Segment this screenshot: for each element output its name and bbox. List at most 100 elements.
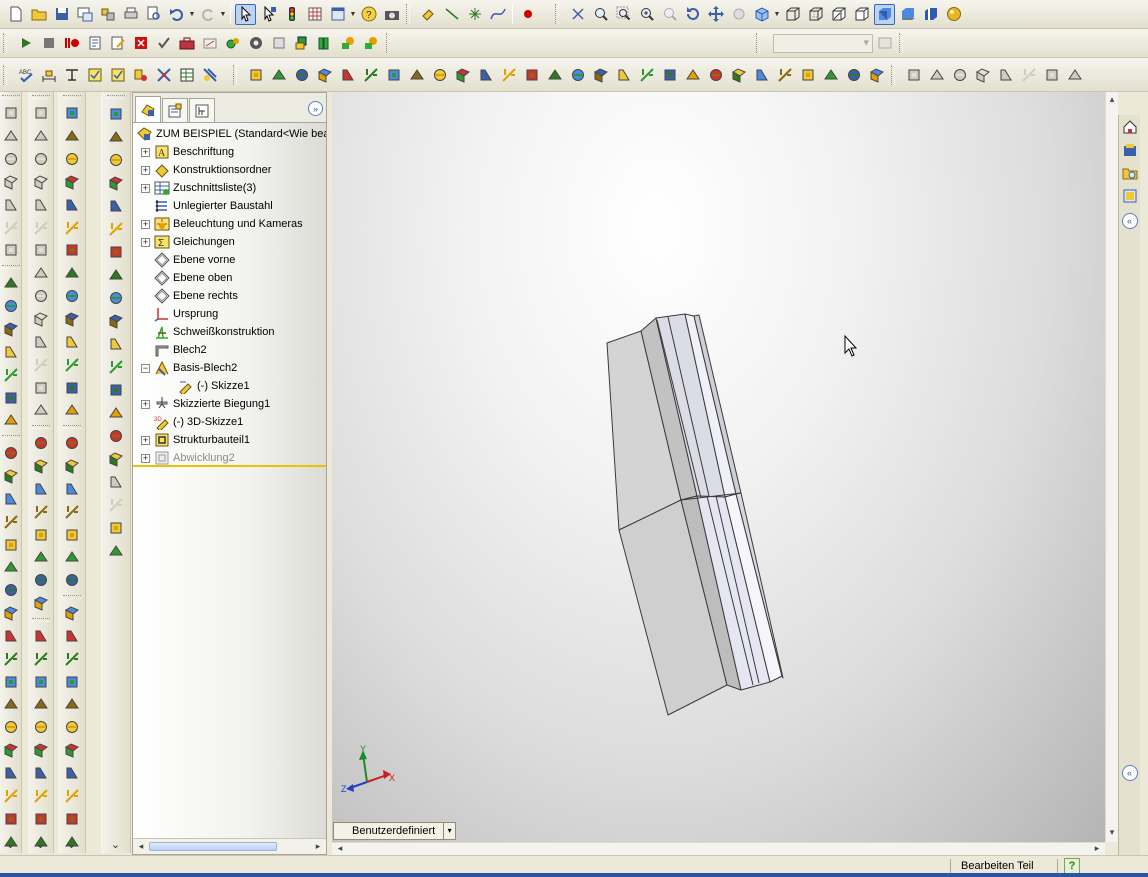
annotation-tool-5-button[interactable] [337, 64, 358, 85]
strip1-tool-15-button[interactable] [0, 443, 21, 464]
strip3-tool-6-button[interactable] [61, 217, 82, 238]
tree-item[interactable]: Unlegierter Baustahl [133, 197, 326, 215]
annotation-tool-25-button[interactable] [797, 64, 818, 85]
collapse-icon[interactable]: − [141, 363, 150, 373]
undo-button[interactable] [166, 4, 187, 25]
strip4-tool-16-button[interactable] [105, 448, 126, 469]
strip2-tool-30-button[interactable] [30, 785, 51, 806]
scroll-left-icon[interactable]: ◂ [135, 840, 147, 853]
scroll-up-icon[interactable]: ▴ [1106, 93, 1118, 106]
strip1-tool-20-button[interactable] [0, 557, 21, 578]
shaded-button[interactable] [874, 3, 895, 25]
annotation-tool-11-button[interactable] [475, 64, 496, 85]
expand-icon[interactable]: + [141, 183, 150, 193]
point-button[interactable] [464, 4, 485, 25]
annotation-tool-24-button[interactable] [774, 64, 795, 85]
strip4-tool-10-button[interactable] [105, 310, 126, 331]
tree-item[interactable]: + Strukturbauteil1 [133, 431, 326, 449]
view-orientation-dropdown[interactable]: ▼ [773, 4, 781, 25]
tree-item[interactable]: + Konstruktionsordner [133, 161, 326, 179]
expand-icon[interactable]: + [141, 453, 150, 463]
make-drawing-button[interactable] [74, 4, 95, 25]
annotation-tool-3-button[interactable] [291, 64, 312, 85]
macro-button-5[interactable] [176, 33, 197, 54]
graphics-vscrollbar[interactable]: ▴ ▾ [1105, 92, 1118, 842]
strip4-tool-8-button[interactable] [105, 264, 126, 285]
annotation-tool-1-button[interactable] [245, 64, 266, 85]
scroll-thumb[interactable] [149, 842, 277, 851]
open-button[interactable] [28, 4, 49, 25]
strip3-tool-10-button[interactable] [61, 309, 82, 330]
annotation-tool-4-button[interactable] [314, 64, 335, 85]
options-dropdown[interactable]: ▼ [349, 4, 357, 25]
design-library-tab[interactable] [1119, 139, 1140, 160]
collapse-panel-button[interactable]: » [308, 101, 323, 116]
smart-dimension-button[interactable] [38, 64, 59, 85]
expand-icon[interactable]: + [141, 399, 150, 409]
macro-button-11[interactable] [314, 33, 335, 54]
strip2-tool-20-button[interactable] [30, 547, 51, 568]
strip4-tool-6-button[interactable] [105, 218, 126, 239]
strip3-tool-15-button[interactable] [61, 433, 82, 454]
expand-task-pane-button[interactable]: « [1121, 213, 1138, 229]
strip3-tool-31-button[interactable] [61, 808, 82, 829]
tab-configuration-manager[interactable] [189, 98, 215, 122]
strip1-tool-16-button[interactable] [0, 466, 21, 487]
make-assembly-button[interactable] [97, 4, 118, 25]
strip3-tool-28-button[interactable] [61, 740, 82, 761]
strip3-tool-5-button[interactable] [61, 194, 82, 215]
strip4-tool-12-button[interactable] [105, 356, 126, 377]
zoom-in-out-button[interactable] [636, 4, 657, 25]
realview-button[interactable] [943, 4, 964, 25]
strip4-tool-20-button[interactable] [105, 540, 126, 561]
strip4-tool-15-button[interactable] [105, 425, 126, 446]
strip2-tool-21-button[interactable] [30, 570, 51, 591]
strip2-tool-26-button[interactable] [30, 694, 51, 715]
save-button[interactable] [51, 4, 72, 25]
rotate-view-button[interactable] [682, 4, 703, 25]
tool-button-6[interactable] [130, 64, 151, 85]
strip4-tool-13-button[interactable] [105, 379, 126, 400]
tree-item[interactable]: Ursprung [133, 305, 326, 323]
strip1-tool-19-button[interactable] [0, 534, 21, 555]
annotation-tool-8-button[interactable] [406, 64, 427, 85]
annotation-tool-23-button[interactable] [751, 64, 772, 85]
strip2-tool-17-button[interactable] [30, 478, 51, 499]
strip3-tool-23-button[interactable] [61, 626, 82, 647]
strip3-tool-25-button[interactable] [61, 671, 82, 692]
annotation-tool-10-button[interactable] [452, 64, 473, 85]
strip3-tool-1-button[interactable] [61, 103, 82, 124]
strip3-tool-4-button[interactable] [61, 172, 82, 193]
tool-button-8[interactable] [176, 64, 197, 85]
annotation-tool-19-button[interactable] [659, 64, 680, 85]
strip3-tool-7-button[interactable] [61, 240, 82, 261]
tree-item[interactable]: Schweißkonstruktion [133, 323, 326, 341]
macro-button-7[interactable] [222, 33, 243, 54]
view-palette-tab[interactable] [1119, 185, 1140, 206]
rollback-bar[interactable] [133, 465, 326, 467]
print-preview-button[interactable] [143, 4, 164, 25]
strip3-tool-9-button[interactable] [61, 286, 82, 307]
annotation-tool-12-button[interactable] [498, 64, 519, 85]
graphics-hscrollbar[interactable]: ◂ ▸ [332, 842, 1105, 855]
strip2-tool-15-button[interactable] [30, 433, 51, 454]
strip1-tool-17-button[interactable] [0, 488, 21, 509]
tool-button-4[interactable] [84, 64, 105, 85]
pan-button[interactable] [705, 4, 726, 25]
annotation-tool-28-button[interactable] [866, 64, 887, 85]
strip1-tool-11-button[interactable] [0, 341, 21, 362]
new-macro-button[interactable] [84, 33, 105, 54]
configuration-tab-label[interactable]: Benutzerdefiniert [333, 822, 445, 840]
file-properties-button[interactable] [304, 4, 325, 25]
tree-item[interactable]: + Skizzierte Biegung1 [133, 395, 326, 413]
strip4-tool-3-button[interactable] [105, 149, 126, 170]
more-tools-chevron-icon[interactable]: ⌄ [111, 838, 120, 851]
annotation-tool-2-button[interactable] [268, 64, 289, 85]
shaded-with-edges-button[interactable] [851, 4, 872, 25]
tab-feature-tree[interactable] [135, 96, 161, 122]
hscroll-right-icon[interactable]: ▸ [1091, 842, 1103, 855]
strip3-tool-11-button[interactable] [61, 331, 82, 352]
expand-icon[interactable]: + [141, 147, 150, 157]
resources-tab[interactable] [1119, 116, 1140, 137]
strip1-tool-27-button[interactable] [0, 717, 21, 738]
